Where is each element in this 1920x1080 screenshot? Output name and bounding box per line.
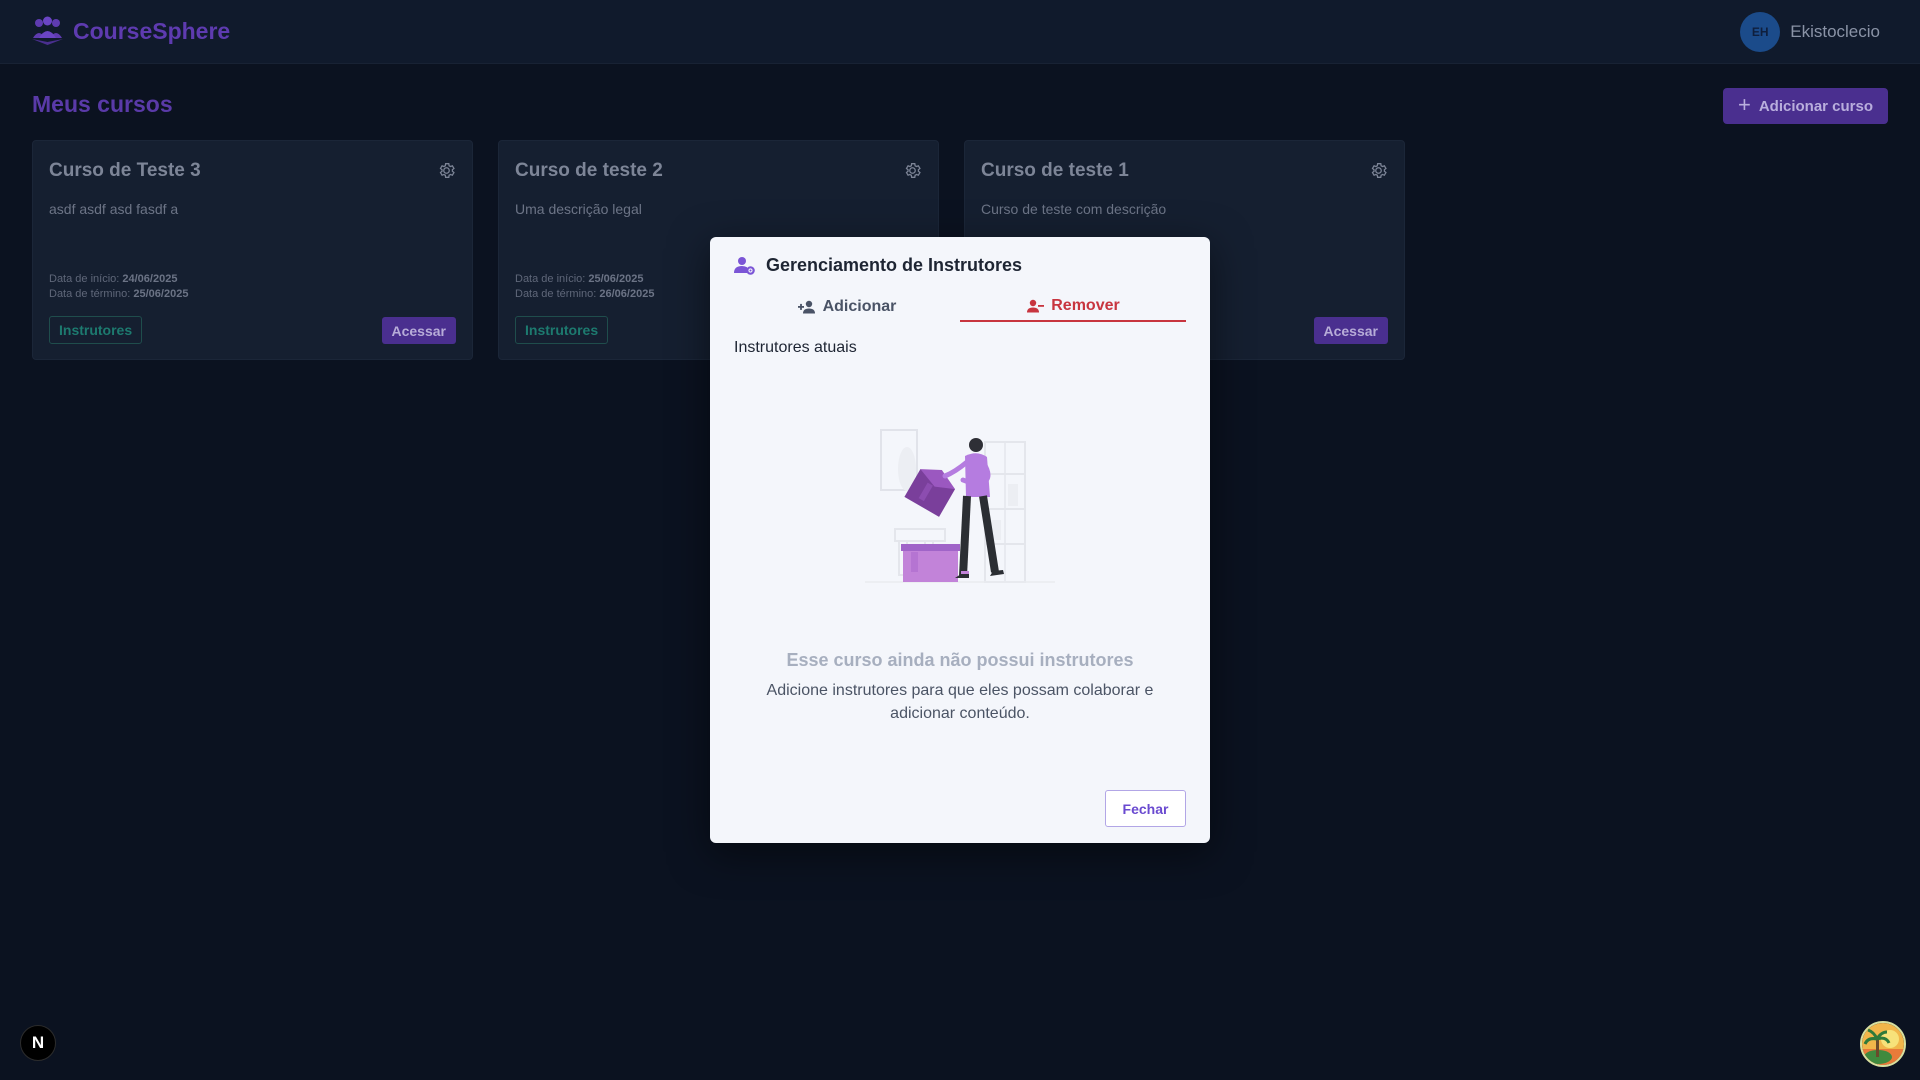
avatar[interactable]: EH — [1740, 12, 1781, 52]
end-date: 25/06/2025 — [133, 288, 189, 300]
close-button[interactable]: Fechar — [1105, 790, 1186, 827]
empty-state-subtitle: Adicione instrutores para que eles possa… — [766, 682, 1154, 722]
empty-state-title: Esse curso ainda não possui instrutores — [786, 650, 1134, 670]
gear-icon[interactable] — [903, 161, 922, 180]
course-title: Curso de teste 1 — [981, 160, 1129, 181]
instructors-modal: Gerenciamento de Instrutores Adicionar R… — [710, 237, 1210, 843]
course-dates: Data de início: 24/06/2025 Data de térmi… — [49, 272, 188, 302]
page-title: Meus cursos — [32, 91, 173, 117]
modal-tabs: Adicionar Remover — [734, 292, 1186, 322]
course-description: Curso de teste com descrição — [981, 201, 1167, 217]
modal-header: Gerenciamento de Instrutores — [734, 255, 1022, 276]
app-name: CourseSphere — [73, 17, 231, 44]
course-dates: Data de início: 25/06/2025 Data de térmi… — [515, 272, 654, 302]
add-course-label: Adicionar curso — [1758, 97, 1874, 115]
dev-tools-badge[interactable]: N — [20, 1025, 56, 1061]
start-date-label: Data de início: — [49, 273, 120, 285]
empty-state-illustration — [865, 429, 1055, 583]
course-title: Curso de Teste 3 — [49, 160, 201, 181]
start-date: 24/06/2025 — [122, 273, 178, 285]
access-button[interactable]: Acessar — [1313, 317, 1388, 344]
plus-icon: + — [1737, 92, 1751, 117]
add-course-button[interactable]: + Adicionar curso — [1723, 88, 1888, 124]
app-logo-icon — [32, 16, 63, 45]
course-description: asdf asdf asd fasdf a — [49, 201, 179, 217]
instructors-button[interactable]: Instrutores — [515, 316, 609, 344]
tab-add[interactable]: Adicionar — [734, 292, 960, 322]
access-button[interactable]: Acessar — [381, 317, 456, 344]
user-minus-icon — [1027, 299, 1045, 313]
floating-avatar[interactable] — [1860, 1021, 1906, 1067]
tab-add-label: Adicionar — [822, 298, 897, 315]
modal-title: Gerenciamento de Instrutores — [766, 255, 1023, 275]
top-app-bar: CourseSphere EH Ekistoclecio — [0, 0, 1920, 64]
course-description: Uma descrição legal — [515, 201, 642, 217]
user-menu[interactable]: EH Ekistoclecio — [1740, 12, 1880, 52]
user-name: Ekistoclecio — [1790, 22, 1880, 41]
user-plus-icon — [797, 300, 815, 314]
tab-remove-label: Remover — [1051, 297, 1120, 314]
app-logo[interactable]: CourseSphere — [31, 16, 230, 46]
start-date: 25/06/2025 — [588, 273, 644, 285]
tab-remove[interactable]: Remover — [960, 292, 1186, 322]
course-title: Curso de teste 2 — [515, 160, 663, 181]
user-gear-icon — [734, 256, 755, 275]
end-date-label: Data de término: — [49, 288, 131, 300]
gear-icon[interactable] — [437, 161, 456, 180]
instructors-button[interactable]: Instrutores — [49, 316, 143, 344]
gear-icon[interactable] — [1369, 161, 1388, 180]
start-date-label: Data de início: — [515, 273, 586, 285]
end-date-label: Data de término: — [515, 288, 597, 300]
island-image — [1862, 1023, 1904, 1065]
end-date: 26/06/2025 — [599, 288, 655, 300]
course-card: Curso de Teste 3 asdf asdf asd fasdf a D… — [32, 140, 473, 360]
section-label: Instrutores atuais — [734, 339, 857, 356]
